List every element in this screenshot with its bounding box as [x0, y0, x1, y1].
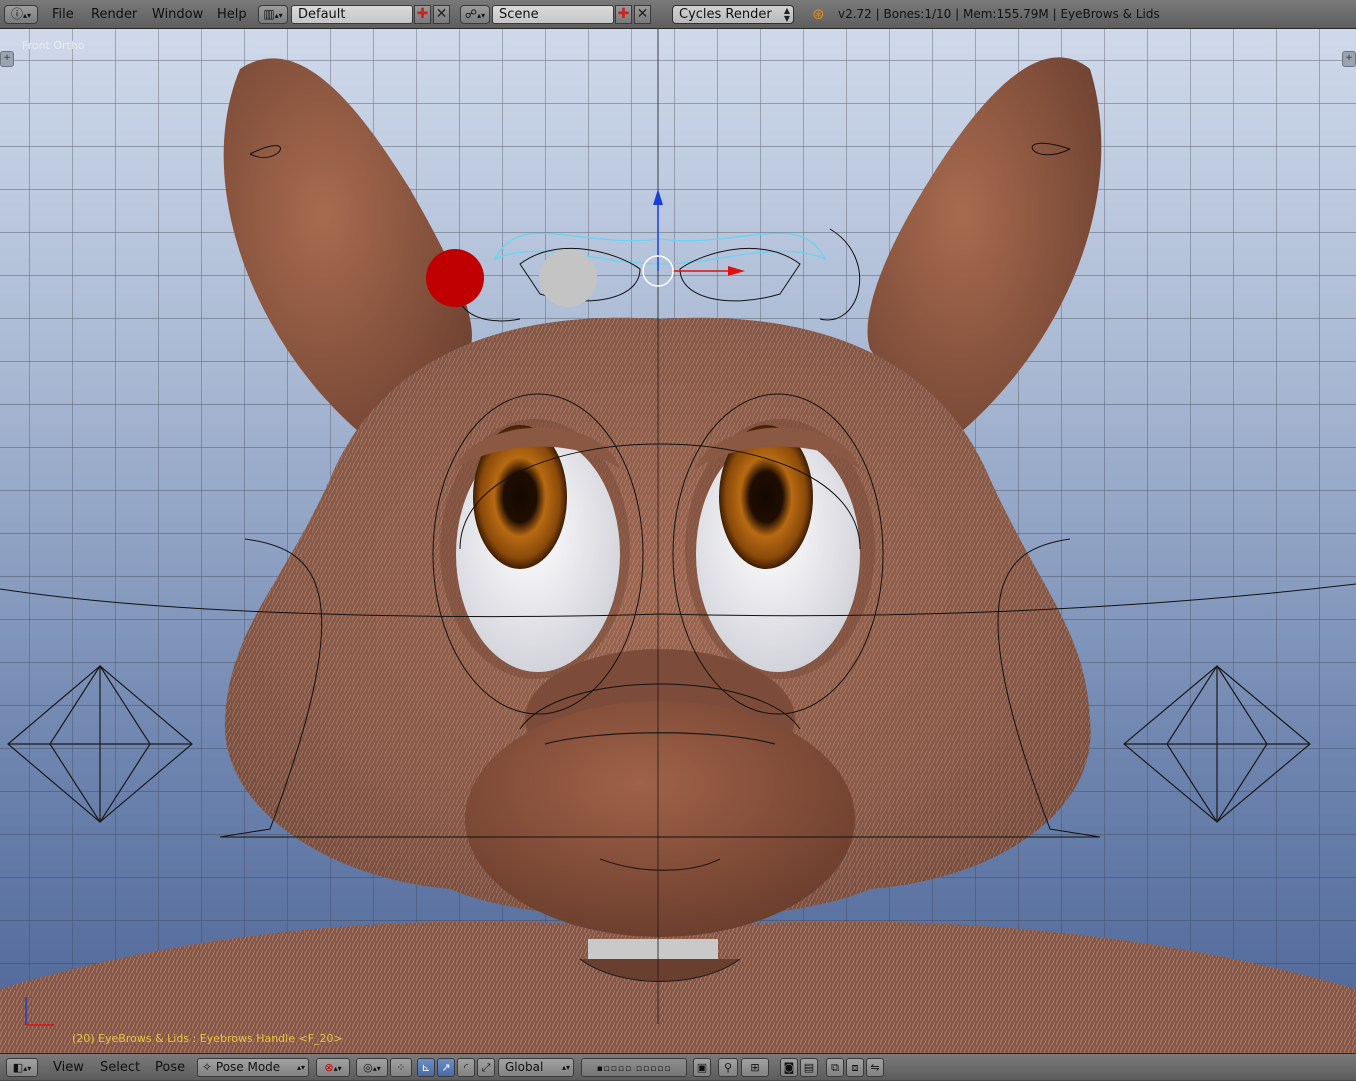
updown-arrows-icon: ▲ ▼: [783, 6, 790, 23]
layers-icon: ▪▫▫▫▫ ▫▫▫▫▫: [596, 1064, 672, 1074]
menu-window[interactable]: Window: [152, 0, 203, 29]
3d-view-header: ◧▴▾ View Select Pose ✧ Pose Mode ▴▾ ⊗▴▾ …: [0, 1053, 1356, 1080]
pivot-point-button[interactable]: ◎▴▾: [356, 1058, 388, 1077]
arrow-icon: ↗: [441, 1061, 451, 1074]
properties-toggle[interactable]: +: [1342, 51, 1356, 67]
info-icon: ⓘ: [10, 7, 23, 21]
bone-icon: ⚲: [723, 1061, 733, 1074]
axes-icon: ⊾: [421, 1061, 431, 1074]
plus-icon: ✚: [416, 6, 429, 22]
manipulator-translate-button[interactable]: ⊾: [417, 1058, 435, 1077]
updown-arrows-icon: ▴▾: [561, 1063, 570, 1072]
menu-help[interactable]: Help: [217, 0, 247, 29]
orientation-label: Global: [505, 1060, 544, 1074]
add-scene-button[interactable]: ✚: [615, 5, 632, 24]
info-header: ⓘ▴▾ File Render Window Help ▥▴▾ Default …: [0, 0, 1356, 29]
red-handle[interactable]: [426, 249, 484, 307]
tool-shelf-toggle[interactable]: +: [0, 51, 14, 67]
close-icon: ✕: [636, 6, 649, 22]
paste-flipped-pose-button[interactable]: ⇋: [866, 1058, 884, 1077]
copy-pose-button[interactable]: ⧉: [826, 1058, 844, 1077]
active-object-label: (20) EyeBrows & Lids : Eyebrows Handle <…: [72, 1032, 343, 1045]
paste-pose-button[interactable]: ⧈: [846, 1058, 864, 1077]
screen-layout-button[interactable]: ▥▴▾: [258, 5, 288, 24]
camera-icon: ◙: [783, 1061, 795, 1074]
scene-name-field[interactable]: Scene: [492, 5, 614, 24]
add-layout-button[interactable]: ✚: [414, 5, 431, 24]
pose-library-button[interactable]: ⚲: [718, 1058, 738, 1077]
menu-pose[interactable]: Pose: [155, 1054, 185, 1081]
close-icon: ✕: [435, 6, 448, 22]
manipulator-rotate-button[interactable]: ◜: [457, 1058, 475, 1077]
pose-icon: ✧: [202, 1060, 213, 1074]
3d-viewport[interactable]: Front Ortho + + (20) EyeBrows & Lids : E…: [0, 29, 1356, 1053]
lock-layers-button[interactable]: ▣: [693, 1058, 711, 1077]
render-animation-button[interactable]: ▤: [800, 1058, 818, 1077]
scene-icon: ☍: [464, 7, 478, 21]
layer-buttons[interactable]: ▪▫▫▫▫ ▫▫▫▫▫: [581, 1058, 687, 1077]
viewport-shading-button[interactable]: ⊗▴▾: [316, 1058, 350, 1077]
delete-layout-button[interactable]: ✕: [433, 5, 450, 24]
updown-arrows-icon: ▴▾: [296, 1063, 305, 1072]
manipulator-scale-button[interactable]: ⤢: [477, 1058, 495, 1077]
blender-logo-icon: ⊛: [812, 5, 825, 23]
rotate-icon: ◜: [463, 1061, 469, 1074]
scene-selector-button[interactable]: ☍▴▾: [460, 5, 490, 24]
render-image-button[interactable]: ◙: [780, 1058, 798, 1077]
paste-icon: ⧈: [851, 1061, 859, 1074]
grey-handle[interactable]: [539, 249, 597, 307]
dots-icon: ⁘: [396, 1061, 406, 1074]
transform-orientation-dropdown[interactable]: Global ▴▾: [498, 1058, 574, 1077]
manipulator-arrow-button[interactable]: ↗: [437, 1058, 455, 1077]
editor-type-button[interactable]: ⓘ▴▾: [4, 5, 38, 24]
layout-icon: ▥: [263, 7, 275, 21]
lock-icon: ▣: [696, 1061, 708, 1074]
manipulator-toggle[interactable]: ⁘: [390, 1058, 412, 1077]
delete-scene-button[interactable]: ✕: [634, 5, 651, 24]
menu-file[interactable]: File: [52, 0, 74, 29]
mode-dropdown[interactable]: ✧ Pose Mode ▴▾: [197, 1058, 309, 1077]
menu-render[interactable]: Render: [91, 0, 137, 29]
snap-icon: ⊞: [750, 1061, 760, 1074]
editor-type-button[interactable]: ◧▴▾: [6, 1058, 38, 1077]
copy-icon: ⧉: [831, 1061, 839, 1074]
cube-icon: ◧: [12, 1061, 24, 1074]
view-label: Front Ortho: [22, 39, 85, 52]
plus-icon: ✚: [617, 6, 630, 22]
snap-element-button[interactable]: ⊞: [741, 1058, 769, 1077]
menu-select[interactable]: Select: [100, 1054, 140, 1081]
render-engine-dropdown[interactable]: Cycles Render ▲ ▼: [672, 5, 794, 24]
teeth: [588, 939, 718, 959]
render-engine-label: Cycles Render: [679, 7, 772, 22]
menu-view[interactable]: View: [53, 1054, 84, 1081]
status-info: v2.72 | Bones:1/10 | Mem:155.79M | EyeBr…: [838, 7, 1160, 21]
pivot-icon: ◎: [363, 1061, 373, 1074]
clapper-icon: ▤: [803, 1061, 815, 1074]
scale-icon: ⤢: [481, 1061, 491, 1074]
layout-name-field[interactable]: Default: [291, 5, 413, 24]
flip-icon: ⇋: [870, 1061, 880, 1074]
shading-icon: ⊗: [324, 1061, 334, 1074]
viewport-scene: [0, 29, 1356, 1053]
nose: [465, 701, 855, 937]
mode-label: Pose Mode: [215, 1060, 281, 1074]
